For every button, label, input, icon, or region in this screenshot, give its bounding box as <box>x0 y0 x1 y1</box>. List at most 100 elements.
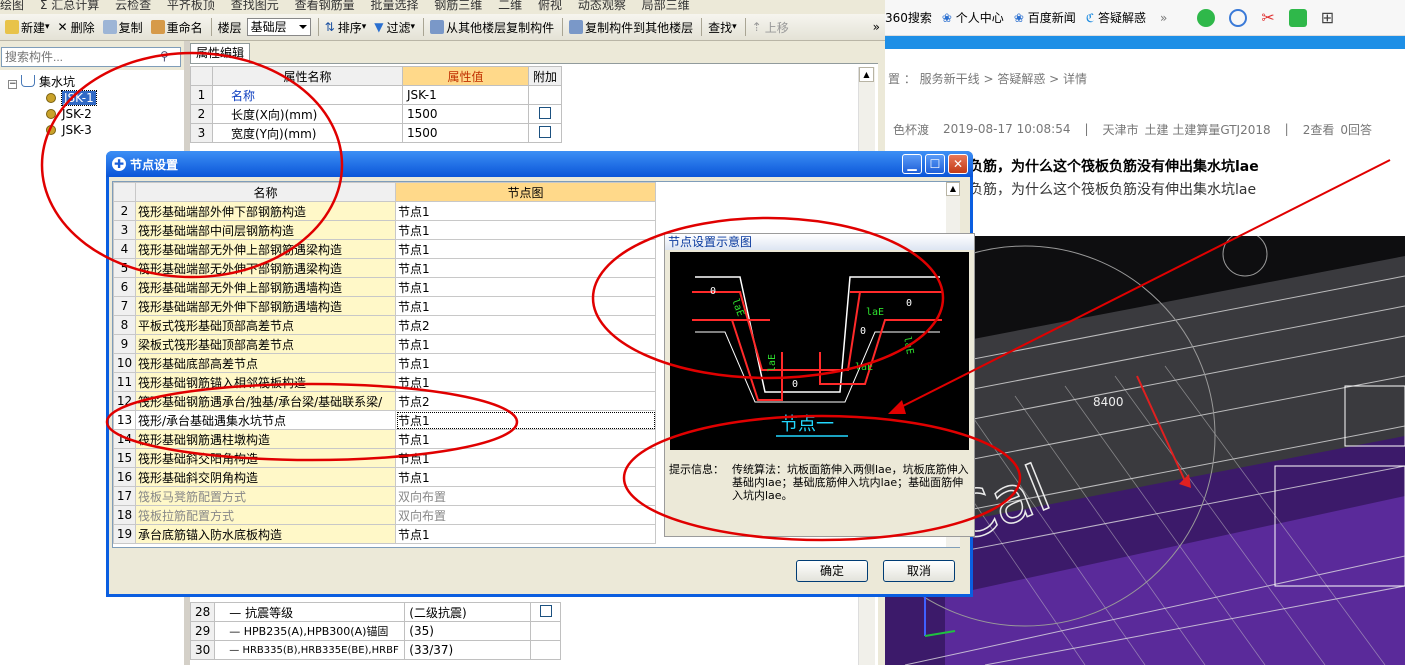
node-value[interactable]: 节点1 <box>395 334 656 354</box>
sort-button[interactable]: ⇅ 排序 ▾ <box>322 15 370 39</box>
node-value[interactable]: 节点1 <box>395 429 656 449</box>
node-row[interactable]: 2 筏形基础端部外伸下部钢筋构造 节点1 <box>113 201 656 221</box>
node-row[interactable]: 10 筏形基础底部高差节点 节点1 <box>113 353 656 373</box>
maximize-button[interactable]: ☐ <box>925 154 945 174</box>
find-button[interactable]: 查找 ▾ <box>705 15 740 39</box>
property-value[interactable]: 1500 <box>402 123 529 143</box>
node-row[interactable]: 3 筏形基础端部中间层钢筋构造 节点1 <box>113 220 656 240</box>
question-user[interactable]: 色杯渡 <box>893 121 929 138</box>
toolbar-find-element[interactable]: 查找图元 <box>231 0 279 12</box>
bookmarks-overflow-button[interactable]: » <box>1160 11 1167 25</box>
toolbar-topview[interactable]: 俯视 <box>538 0 562 12</box>
toolbar-2d[interactable]: 二维 <box>498 0 522 12</box>
node-value[interactable]: 节点2 <box>395 391 656 411</box>
scroll-up-icon[interactable]: ▲ <box>946 182 960 196</box>
extra-checkbox[interactable] <box>539 125 551 138</box>
node-row[interactable]: 17 筏板马凳筋配置方式 双向布置 <box>113 486 656 506</box>
node-row[interactable]: 18 筏板拉筋配置方式 双向布置 <box>113 505 656 525</box>
toolbar-view-rebar[interactable]: 查看钢筋量 <box>295 0 355 12</box>
property-value[interactable]: (35) <box>404 621 532 641</box>
node-row[interactable]: 19 承台底筋锚入防水底板构造 节点1 <box>113 524 656 544</box>
dialog-titlebar[interactable]: ✚ 节点设置 ▁ ☐ ✕ <box>106 151 973 177</box>
toolbar-rebar-3d[interactable]: 钢筋三维 <box>434 0 482 12</box>
node-row[interactable]: 7 筏形基础端部无外伸下部钢筋遇墙构造 节点1 <box>113 296 656 316</box>
close-button[interactable]: ✕ <box>948 154 968 174</box>
scissors-icon[interactable]: ✂ <box>1261 8 1274 27</box>
extra-checkbox[interactable] <box>539 106 551 119</box>
property-row[interactable]: 2 长度(X向)(mm) 1500 <box>190 104 563 124</box>
node-value[interactable]: 节点1 <box>395 353 656 373</box>
node-row[interactable]: 15 筏形基础斜交阳角构造 节点1 <box>113 448 656 468</box>
tree-item[interactable]: JSK-1 <box>46 90 97 106</box>
node-value[interactable]: 节点1 <box>395 220 656 240</box>
property-value[interactable]: (二级抗震) <box>404 602 532 622</box>
node-value[interactable]: 节点1 <box>395 448 656 468</box>
property-row[interactable]: 30 — HRB335(B),HRB335E(BE),HRBF (33/37) <box>189 640 562 660</box>
browser-link-baidu-news[interactable]: ❀ 百度新闻 <box>1014 9 1076 26</box>
node-value[interactable]: 节点1 <box>395 372 656 392</box>
tree-item[interactable]: JSK-2 <box>46 107 92 122</box>
tree-root[interactable]: − 集水坑 <box>8 75 75 90</box>
toolbar-draw[interactable]: 绘图 <box>0 0 24 12</box>
node-value[interactable]: 双向布置 <box>395 486 656 506</box>
tree-item[interactable]: JSK-3 <box>46 123 92 138</box>
new-button[interactable]: 新建 ▾ <box>2 15 53 39</box>
minimize-button[interactable]: ▁ <box>902 154 922 174</box>
toolbar-local-3d[interactable]: 局部三维 <box>642 0 690 12</box>
search-icon[interactable]: ⚲ <box>160 49 178 65</box>
toolbar-batch-select[interactable]: 批量选择 <box>370 0 418 12</box>
toolbar-cloud-check[interactable]: 云检查 <box>115 0 151 12</box>
toolbar-sum-calc[interactable]: Σ 汇总计算 <box>40 0 99 12</box>
node-value[interactable]: 节点1 <box>395 277 656 297</box>
property-row[interactable]: 1 名称 JSK-1 <box>190 85 563 105</box>
node-value[interactable]: 节点2 <box>395 315 656 335</box>
property-row[interactable]: 3 宽度(Y向)(mm) 1500 <box>190 123 563 143</box>
node-row[interactable]: 5 筏形基础端部无外伸下部钢筋遇梁构造 节点1 <box>113 258 656 278</box>
node-value[interactable]: 节点1 <box>395 410 656 430</box>
delete-button[interactable]: ✕ 删除 <box>55 15 98 39</box>
tab-property-edit[interactable]: 属性编辑 <box>190 43 250 63</box>
property-row[interactable]: 28 — 抗震等级 (二级抗震) <box>189 602 562 622</box>
copy-button[interactable]: 复制 <box>100 15 146 39</box>
property-value[interactable]: JSK-1 <box>402 85 529 105</box>
copy-to-floor-button[interactable]: 复制构件到其他楼层 <box>566 15 696 39</box>
rename-button[interactable]: 重命名 <box>148 15 206 39</box>
toolbar-overflow-button[interactable]: » <box>870 15 883 39</box>
property-value[interactable]: 1500 <box>402 104 529 124</box>
node-row[interactable]: 11 筏形基础钢筋锚入相邻筏板构造 节点1 <box>113 372 656 392</box>
node-value[interactable]: 节点1 <box>395 239 656 259</box>
node-row[interactable]: 16 筏形基础斜交阴角构造 节点1 <box>113 467 656 487</box>
copy-from-floor-button[interactable]: 从其他楼层复制构件 <box>427 15 557 39</box>
node-row[interactable]: 4 筏形基础端部无外伸上部钢筋遇梁构造 节点1 <box>113 239 656 259</box>
node-value[interactable]: 节点1 <box>395 467 656 487</box>
cancel-button[interactable]: 取消 <box>883 560 955 582</box>
grid-apps-icon[interactable]: ⊞ <box>1321 8 1334 27</box>
floor-select[interactable]: 基础层 <box>246 18 311 36</box>
move-up-button[interactable]: ⇡ 上移 <box>749 15 792 39</box>
collapse-icon[interactable]: − <box>8 80 17 89</box>
node-value[interactable]: 双向布置 <box>395 505 656 525</box>
node-row[interactable]: 14 筏形基础钢筋遇柱墩构造 节点1 <box>113 429 656 449</box>
node-row[interactable]: 13 筏形/承台基础遇集水坑节点 节点1 <box>113 410 656 430</box>
node-row[interactable]: 9 梁板式筏形基础顶部高差节点 节点1 <box>113 334 656 354</box>
scroll-up-icon[interactable]: ▲ <box>859 67 874 82</box>
extra-checkbox[interactable] <box>539 604 552 617</box>
node-row[interactable]: 12 筏形基础钢筋遇承台/独基/承台梁/基础联系梁/节点2 <box>113 391 656 411</box>
filter-button[interactable]: ▼ 过滤 ▾ <box>371 15 418 39</box>
property-value[interactable]: (33/37) <box>404 640 532 660</box>
component-search-input[interactable] <box>1 47 181 67</box>
chat-icon[interactable] <box>1197 8 1216 27</box>
toolbar-align-top[interactable]: 平齐板顶 <box>167 0 215 12</box>
ok-button[interactable]: 确定 <box>796 560 868 582</box>
browser-link-user-center[interactable]: ❀ 个人中心 <box>942 9 1004 26</box>
property-row[interactable]: 29 — HPB235(A),HPB300(A)锚固 (35) <box>189 621 562 641</box>
browser-link-360search[interactable]: 360搜索 <box>885 9 932 26</box>
browser-link-qa[interactable]: ℭ 答疑解惑 <box>1086 9 1146 26</box>
node-value[interactable]: 节点1 <box>395 201 656 221</box>
node-value[interactable]: 节点1 <box>395 296 656 316</box>
node-value[interactable]: 节点1 <box>395 258 656 278</box>
translate-icon[interactable] <box>1288 8 1307 27</box>
minus-icon[interactable] <box>1229 8 1248 27</box>
toolbar-orbit[interactable]: 动态观察 <box>578 0 626 12</box>
node-value[interactable]: 节点1 <box>395 524 656 544</box>
